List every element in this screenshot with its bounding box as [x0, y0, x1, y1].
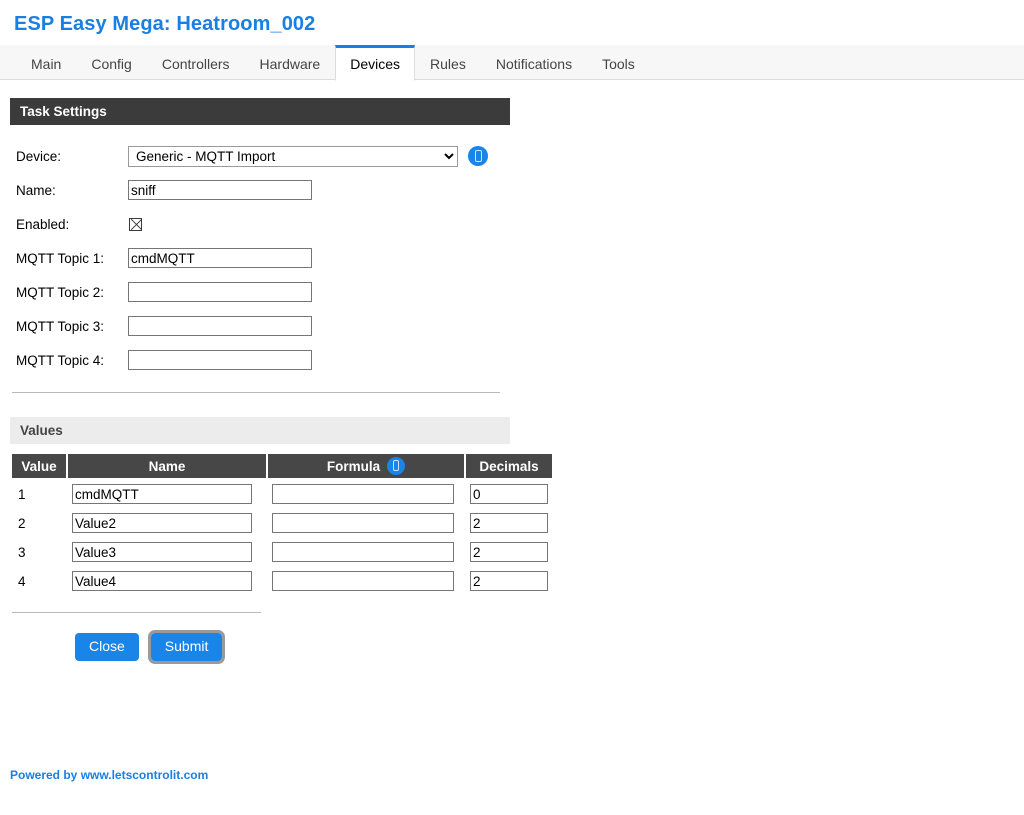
values-table-row: 3 — [12, 539, 552, 565]
value-name-2-cell — [68, 510, 266, 536]
page-title: ESP Easy Mega: Heatroom_002 — [14, 13, 316, 35]
device-select[interactable]: Generic - MQTT Import — [128, 145, 458, 167]
value-formula-2-cell — [268, 510, 464, 536]
name-label: Name: — [16, 182, 56, 198]
value-formula-4-input[interactable] — [272, 571, 454, 591]
mqtt-topic-4-label: MQTT Topic 4: — [16, 352, 105, 368]
enabled-label: Enabled: — [16, 216, 70, 232]
close-button[interactable]: Close — [75, 633, 139, 661]
column-header-value: Value — [12, 454, 66, 478]
tab-config[interactable]: Config — [76, 45, 146, 81]
value-index: 2 — [18, 515, 26, 531]
column-header-decimals: Decimals — [466, 454, 552, 478]
value-index: 1 — [18, 486, 26, 502]
values-table-row: 4 — [12, 568, 552, 594]
value-decimals-1-cell — [466, 481, 552, 507]
value-decimals-4-input[interactable] — [470, 571, 548, 591]
mqtt-topic-2-row: MQTT Topic 2: — [10, 275, 1024, 309]
mqtt-topic-4-row: MQTT Topic 4: — [10, 343, 1024, 377]
formula-info-document-icon[interactable] — [387, 457, 406, 475]
mqtt-topic-2-input[interactable] — [128, 282, 312, 302]
mqtt-topic-4-input[interactable] — [128, 350, 312, 370]
value-formula-4-cell — [268, 568, 464, 594]
values-table-header-row: Value Name Formula Decimals — [12, 454, 552, 478]
mqtt-topic-1-row: MQTT Topic 1: — [10, 241, 1024, 275]
submit-button[interactable]: Submit — [147, 630, 226, 664]
value-formula-1-input[interactable] — [272, 484, 454, 504]
task-settings-form: Device: Generic - MQTT Import Name: Enab… — [10, 139, 1024, 377]
tab-hardware[interactable]: Hardware — [245, 45, 336, 81]
column-header-formula: Formula — [268, 454, 464, 478]
info-document-icon[interactable] — [468, 146, 488, 166]
tab-tools[interactable]: Tools — [587, 45, 650, 81]
value-index: 4 — [18, 573, 26, 589]
value-name-1-input[interactable] — [72, 484, 252, 504]
mqtt-topic-3-label: MQTT Topic 3: — [16, 318, 105, 334]
value-decimals-3-input[interactable] — [470, 542, 548, 562]
column-header-formula-label: Formula — [326, 458, 381, 474]
enabled-checkbox[interactable] — [129, 217, 142, 231]
value-formula-2-input[interactable] — [272, 513, 454, 533]
tab-devices[interactable]: Devices — [335, 45, 416, 81]
name-row: Name: — [10, 173, 1024, 207]
value-name-4-cell — [68, 568, 266, 594]
mqtt-topic-1-input[interactable] — [128, 248, 312, 268]
table-divider — [12, 612, 261, 613]
value-decimals-3-cell — [466, 539, 552, 565]
values-table-row: 1 — [12, 481, 552, 507]
values-header: Values — [10, 417, 510, 444]
form-divider — [12, 392, 500, 393]
tab-controllers[interactable]: Controllers — [147, 45, 245, 81]
value-name-3-input[interactable] — [72, 542, 252, 562]
value-decimals-1-input[interactable] — [470, 484, 548, 504]
value-name-3-cell — [68, 539, 266, 565]
tab-notifications[interactable]: Notifications — [481, 45, 587, 81]
page-header: ESP Easy Mega: Heatroom_002 — [0, 0, 1024, 36]
tab-main[interactable]: Main — [16, 45, 76, 81]
page-content: Task Settings Device: Generic - MQTT Imp… — [0, 80, 1024, 664]
form-action-row: Close Submit — [10, 630, 1024, 664]
main-tab-bar: Main Config Controllers Hardware Devices Rule… — [0, 45, 1024, 81]
value-name-4-input[interactable] — [72, 571, 252, 591]
column-header-name: Name — [68, 454, 266, 478]
values-table-row: 2 — [12, 510, 552, 536]
enabled-row: Enabled: — [10, 207, 1024, 241]
value-decimals-4-cell — [466, 568, 552, 594]
value-formula-3-input[interactable] — [272, 542, 454, 562]
device-row: Device: Generic - MQTT Import — [10, 139, 1024, 173]
task-settings-header: Task Settings — [10, 98, 510, 125]
value-name-2-input[interactable] — [72, 513, 252, 533]
value-decimals-2-input[interactable] — [470, 513, 548, 533]
name-input[interactable] — [128, 180, 312, 200]
mqtt-topic-1-label: MQTT Topic 1: — [16, 250, 105, 266]
mqtt-topic-3-input[interactable] — [128, 316, 312, 336]
footer-credit: Powered by www.letscontrolit.com — [10, 768, 209, 782]
values-table: Value Name Formula Decimals 1 2 3 4 — [10, 451, 554, 597]
value-decimals-2-cell — [466, 510, 552, 536]
value-formula-1-cell — [268, 481, 464, 507]
value-formula-3-cell — [268, 539, 464, 565]
value-index: 3 — [18, 544, 26, 560]
value-name-1-cell — [68, 481, 266, 507]
mqtt-topic-2-label: MQTT Topic 2: — [16, 284, 105, 300]
tab-rules[interactable]: Rules — [415, 45, 481, 81]
mqtt-topic-3-row: MQTT Topic 3: — [10, 309, 1024, 343]
device-label: Device: — [16, 148, 62, 164]
